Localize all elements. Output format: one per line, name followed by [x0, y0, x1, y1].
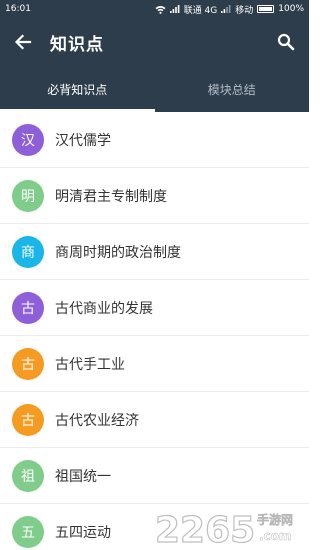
tab-bar: 必背知识点 模块总结	[0, 66, 309, 112]
avatar: 五	[12, 515, 44, 548]
list-item[interactable]: 祖 祖国统一	[0, 448, 309, 504]
carrier-2: 移动	[235, 5, 254, 16]
list-item[interactable]: 古 古代手工业	[0, 336, 309, 392]
avatar: 明	[12, 179, 44, 212]
item-label: 明清君主专制制度	[55, 188, 167, 205]
status-bar: 16:01 联通 4G 移动 100%	[0, 0, 309, 18]
item-label: 古代商业的发展	[55, 300, 153, 317]
avatar: 祖	[12, 459, 44, 492]
list-item[interactable]: 商 商周时期的政治制度	[0, 224, 309, 280]
item-label: 祖国统一	[55, 468, 111, 485]
battery-icon	[257, 5, 275, 13]
avatar: 商	[12, 235, 44, 268]
tab-label: 模块总结	[207, 82, 256, 97]
back-button[interactable]	[0, 18, 46, 66]
list-item[interactable]: 古 古代商业的发展	[0, 280, 309, 336]
avatar: 古	[12, 347, 44, 380]
list-item[interactable]: 古 古代农业经济	[0, 392, 309, 448]
watermark-number: 2265	[155, 510, 255, 548]
avatar: 古	[12, 291, 44, 324]
knowledge-list: 汉 汉代儒学 明 明清君主专制制度 商 商周时期的政治制度 古 古代商业的发展 …	[0, 112, 309, 550]
watermark-text: .com	[259, 529, 291, 543]
tab-must-know[interactable]: 必背知识点	[0, 66, 155, 112]
carrier-1: 联通 4G	[183, 5, 218, 16]
app-bar: 知识点	[0, 18, 309, 66]
item-label: 古代农业经济	[55, 412, 139, 429]
wifi-icon	[155, 5, 166, 14]
arrow-left-icon	[14, 34, 32, 50]
tab-module-summary[interactable]: 模块总结	[155, 66, 310, 112]
avatar: 古	[12, 403, 44, 436]
battery-level: 100%	[278, 4, 304, 14]
avatar: 汉	[12, 123, 44, 156]
list-item[interactable]: 汉 汉代儒学	[0, 112, 309, 168]
item-label: 汉代儒学	[55, 132, 111, 149]
status-time: 16:01	[5, 4, 31, 14]
item-label: 古代手工业	[55, 356, 125, 373]
tab-label: 必背知识点	[47, 82, 108, 97]
item-label: 五四运动	[55, 524, 111, 541]
page-title: 知识点	[50, 34, 104, 55]
signal-icon	[169, 5, 180, 13]
watermark-cn: 手游网	[257, 512, 293, 527]
status-icons: 联通 4G 移动 100%	[155, 3, 304, 16]
item-label: 商周时期的政治制度	[55, 244, 181, 261]
watermark-logo: 2265 手游网 .com	[154, 509, 293, 548]
search-button[interactable]	[263, 18, 309, 66]
signal-icon-2	[221, 5, 231, 13]
search-icon	[277, 33, 295, 51]
list-item[interactable]: 明 明清君主专制制度	[0, 168, 309, 224]
